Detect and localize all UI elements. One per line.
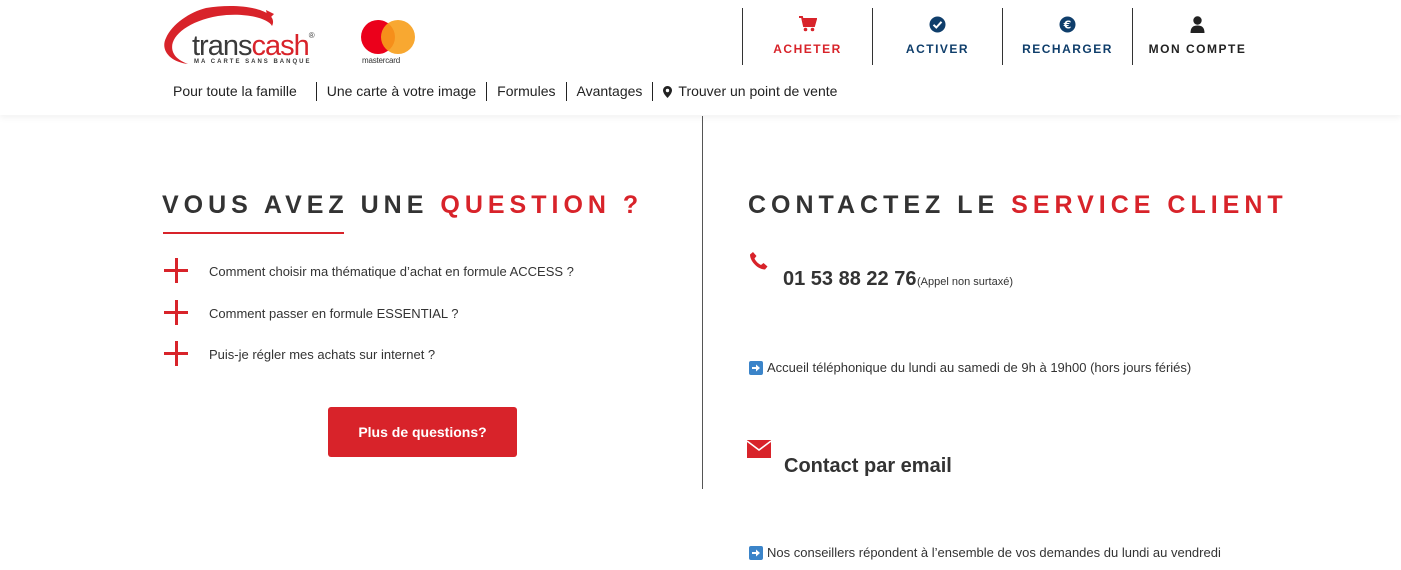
nav-item-custom-card[interactable]: Une carte à votre image: [315, 82, 486, 101]
svg-text:€: €: [1063, 18, 1072, 31]
main-nav: Pour toute la famille Une carte à votre …: [164, 82, 847, 101]
phone-number[interactable]: 01 53 88 22 76: [783, 268, 916, 291]
logo-wordmark: transcash®: [192, 30, 315, 62]
email-heading: Contact par email: [784, 455, 952, 477]
faq-item[interactable]: Comment choisir ma thématique d’achat en…: [163, 258, 723, 284]
phone-note: (Appel non surtaxé): [917, 276, 1013, 288]
cart-icon: [743, 16, 872, 34]
nav-item-store-locator[interactable]: Trouver un point de vente: [652, 82, 847, 101]
buy-button[interactable]: ACHETER: [742, 8, 872, 65]
title-underline: [163, 232, 344, 234]
right-arrow-icon: [749, 360, 763, 375]
more-questions-button[interactable]: Plus de questions?: [328, 407, 517, 457]
store-locator-label: Trouver un point de vente: [678, 83, 838, 99]
mail-icon: [746, 440, 772, 463]
plus-icon[interactable]: [163, 258, 189, 284]
faq-title: VOUS AVEZ UNE QUESTION ?: [162, 191, 644, 219]
faq-item[interactable]: Comment passer en formule ESSENTIAL ?: [163, 300, 723, 326]
header-actions: ACHETER ACTIVER € RECHARGER MON COMPTE: [742, 8, 1262, 65]
check-circle-icon: [873, 16, 1002, 34]
plus-icon[interactable]: [163, 300, 189, 326]
euro-circle-icon: €: [1003, 16, 1132, 34]
phone-icon: [749, 251, 769, 276]
activate-button[interactable]: ACTIVER: [872, 8, 1002, 65]
faq-item[interactable]: Puis-je régler mes achats sur internet ?: [163, 341, 723, 367]
plus-icon[interactable]: [163, 341, 189, 367]
my-account-button[interactable]: MON COMPTE: [1132, 8, 1262, 65]
map-pin-icon: [663, 85, 673, 98]
nav-item-advantages[interactable]: Avantages: [565, 82, 653, 101]
nav-item-family[interactable]: Pour toute la famille: [164, 82, 316, 101]
reload-button[interactable]: € RECHARGER: [1002, 8, 1132, 65]
mastercard-wordmark: mastercard: [362, 56, 401, 65]
transcash-logo[interactable]: transcash® MA CARTE SANS BANQUE: [162, 6, 330, 68]
nav-item-formulas[interactable]: Formules: [486, 82, 565, 101]
right-arrow-icon: [749, 545, 763, 560]
mastercard-logo: mastercard: [360, 20, 418, 68]
site-header: transcash® MA CARTE SANS BANQUE masterca…: [0, 0, 1401, 115]
phone-hours: Accueil téléphonique du lundi au samedi …: [749, 360, 1191, 375]
user-icon: [1133, 16, 1262, 34]
logo-tagline: MA CARTE SANS BANQUE: [194, 59, 312, 65]
email-info: Nos conseillers répondent à l’ensemble d…: [749, 545, 1221, 560]
contact-title: CONTACTEZ LE SERVICE CLIENT: [748, 191, 1288, 219]
